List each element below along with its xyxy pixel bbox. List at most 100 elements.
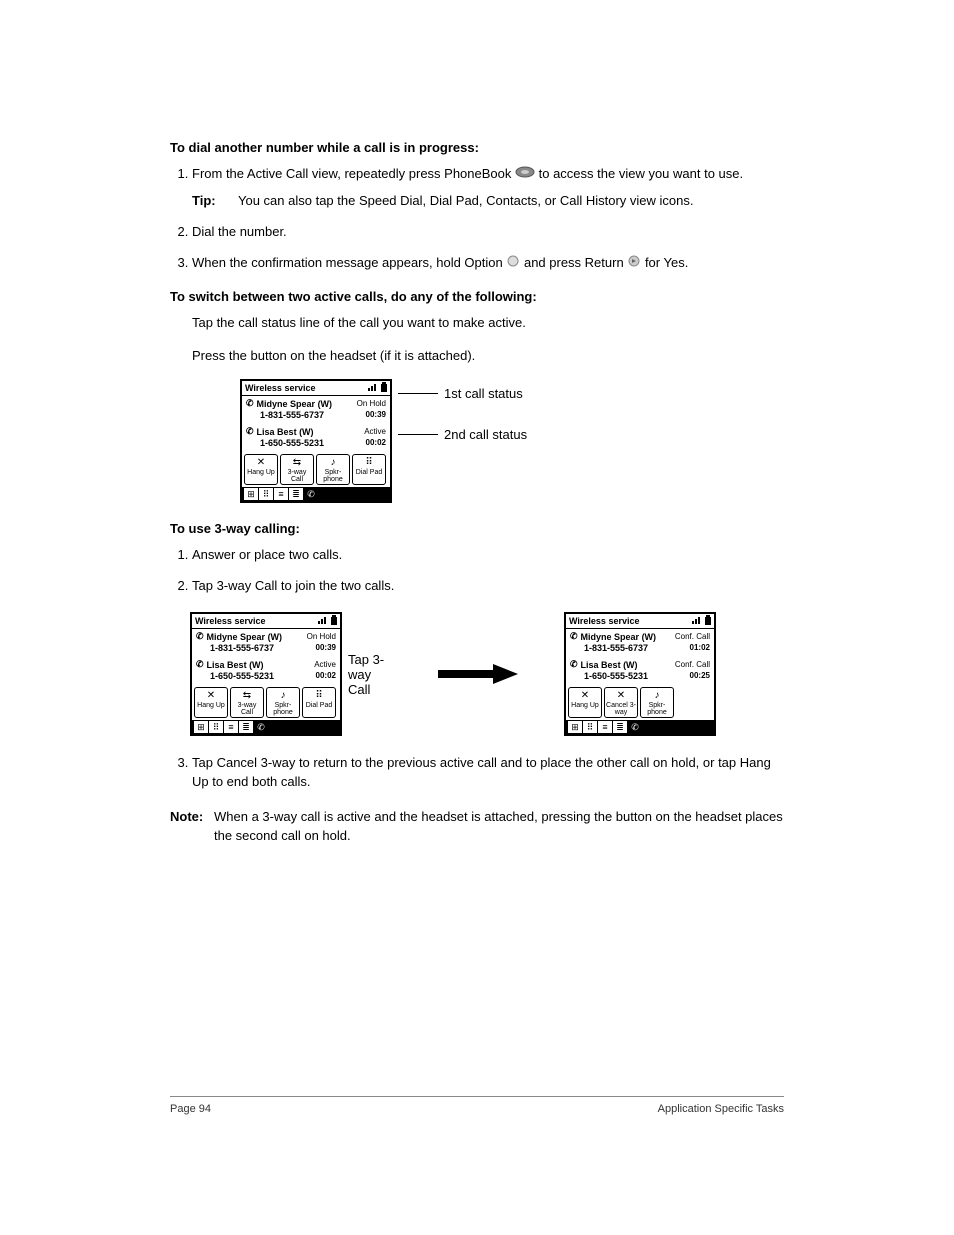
tap-3way-label: Tap 3-way Call [348,652,392,697]
tip-text: You can also tap the Speed Dial, Dial Pa… [238,192,693,211]
phone-screen-a: Wireless service ✆Midyne Spear (W) On Ho… [240,379,392,503]
step-3b: and press Return [524,255,627,270]
phone-screen-c: Wireless service ✆Midyne Spear (W)Conf. … [564,612,716,736]
step-1-text-before: From the Active Call view, repeatedly pr… [192,166,515,181]
dialpad-icon: ⠿ [354,457,384,469]
x-icon: ✕ [246,457,276,469]
battery-icon [705,615,711,627]
c-call-2: ✆Lisa Best (W)Conf. Call 1-650-555-52310… [566,657,714,685]
switch-opt-2: Press the button on the headset (if it i… [170,347,784,366]
status-icons [368,382,387,394]
hang-up-button[interactable]: ✕Hang Up [568,687,602,718]
bar-icon-3[interactable]: ≡ [274,488,288,500]
phone-hold-icon: ✆ [196,631,204,642]
step-1-text-after: to access the view you want to use. [539,166,744,181]
callout-1: 1st call status [398,386,527,401]
three-way-call-button[interactable]: ⇆3-way Call [280,454,314,485]
bar-icon-5[interactable]: ✆ [254,721,268,733]
tip-row: Tip: You can also tap the Speed Dial, Di… [192,192,784,211]
a-c1-name: Midyne Spear (W) [257,399,333,409]
note-label: Note: [170,808,214,846]
three-way-icon: ⇆ [282,457,312,469]
c-call-1: ✆Midyne Spear (W)Conf. Call 1-831-555-67… [566,629,714,657]
three-way-icon: ⇆ [232,690,262,702]
screen-a-row: Wireless service ✆Midyne Spear (W) On Ho… [240,379,784,503]
heading-switch: To switch between two active calls, do a… [170,289,784,304]
heading-3way: To use 3-way calling: [170,521,784,536]
a-c2-status: Active [364,427,386,436]
battery-icon [331,615,337,627]
signal-icon [368,383,378,393]
bar-icon-1[interactable]: ⊞ [568,721,582,733]
signal-icon [692,616,702,626]
return-icon [627,254,641,273]
note-text: When a 3-way call is active and the head… [214,808,784,846]
switch-opt-1: Tap the call status line of the call you… [170,314,784,333]
screen-c-title-bar: Wireless service [566,614,714,629]
dial-pad-button[interactable]: ⠿Dial Pad [302,687,336,718]
a-c2-number: 1-650-555-5231 [260,438,324,448]
bottom-bar-a: ⊞ ⠿ ≡ ≣ ✆ [242,487,390,501]
dial-pad-button[interactable]: ⠿Dial Pad [352,454,386,485]
signal-icon [318,616,328,626]
screen-a-title: Wireless service [245,383,315,393]
speaker-icon: ♪ [318,457,348,469]
a-c1-status: On Hold [357,399,386,408]
callouts: 1st call status 2nd call status [398,386,527,442]
bar-icon-1[interactable]: ⊞ [194,721,208,733]
bar-icon-5[interactable]: ✆ [628,721,642,733]
speakerphone-button[interactable]: ♪Spkr-phone [266,687,300,718]
call-entry-1: ✆Midyne Spear (W) On Hold 1-831-555-6737… [242,396,390,424]
bar-icon-3[interactable]: ≡ [224,721,238,733]
button-row-c: ✕Hang Up ✕Cancel 3-way ♪Spkr-phone [566,685,714,720]
footer-right: Application Specific Tasks [658,1103,784,1115]
footer-left: Page 94 [170,1103,211,1115]
option-icon [506,254,520,273]
hang-up-button[interactable]: ✕Hang Up [244,454,278,485]
bar-icon-3[interactable]: ≡ [598,721,612,733]
bar-icon-5[interactable]: ✆ [304,488,318,500]
step-1: From the Active Call view, repeatedly pr… [192,165,784,211]
bar-icon-4[interactable]: ≣ [289,488,303,500]
x-icon: ✕ [570,690,600,702]
a-c2-name: Lisa Best (W) [257,427,314,437]
phone-active-icon: ✆ [196,659,204,670]
note-row: Note: When a 3-way call is active and th… [170,808,784,846]
three-way-call-button[interactable]: ⇆3-way Call [230,687,264,718]
x-icon: ✕ [196,690,226,702]
use-step-2: Tap 3-way Call to join the two calls. [192,577,784,596]
a-c1-time: 00:39 [366,410,386,420]
steps-3way-cont: Tap Cancel 3-way to return to the previo… [170,754,784,792]
bar-icon-4[interactable]: ≣ [613,721,627,733]
step-3c: for Yes. [645,255,688,270]
speaker-icon: ♪ [268,690,298,702]
footer: Page 94 Application Specific Tasks [170,1096,784,1115]
cancel-3way-button[interactable]: ✕Cancel 3-way [604,687,638,718]
step-2: Dial the number. [192,223,784,242]
screen-b-title: Wireless service [195,616,265,626]
screen-c-title: Wireless service [569,616,639,626]
bar-icon-1[interactable]: ⊞ [244,488,258,500]
a-c2-time: 00:02 [366,438,386,448]
battery-icon [381,382,387,394]
arrow-icon [398,664,558,684]
screens-bc-row: Wireless service ✆Midyne Spear (W)On Hol… [190,612,784,736]
use-step-3: Tap Cancel 3-way to return to the previo… [192,754,784,792]
step-3: When the confirmation message appears, h… [192,254,784,273]
a-c1-number: 1-831-555-6737 [260,410,324,420]
use-step-1: Answer or place two calls. [192,546,784,565]
bar-icon-2[interactable]: ⠿ [209,721,223,733]
phone-active-icon: ✆ [246,426,254,437]
screen-b-title-bar: Wireless service [192,614,340,629]
hang-up-button[interactable]: ✕Hang Up [194,687,228,718]
step-3a: When the confirmation message appears, h… [192,255,506,270]
speakerphone-button[interactable]: ♪Spkr-phone [316,454,350,485]
heading-dial-another: To dial another number while a call is i… [170,140,784,155]
speakerphone-button[interactable]: ♪Spkr-phone [640,687,674,718]
bar-icon-4[interactable]: ≣ [239,721,253,733]
phone-screen-b: Wireless service ✆Midyne Spear (W)On Hol… [190,612,342,736]
x-icon: ✕ [606,690,636,702]
bar-icon-2[interactable]: ⠿ [259,488,273,500]
bar-icon-2[interactable]: ⠿ [583,721,597,733]
button-row-b: ✕Hang Up ⇆3-way Call ♪Spkr-phone ⠿Dial P… [192,685,340,720]
